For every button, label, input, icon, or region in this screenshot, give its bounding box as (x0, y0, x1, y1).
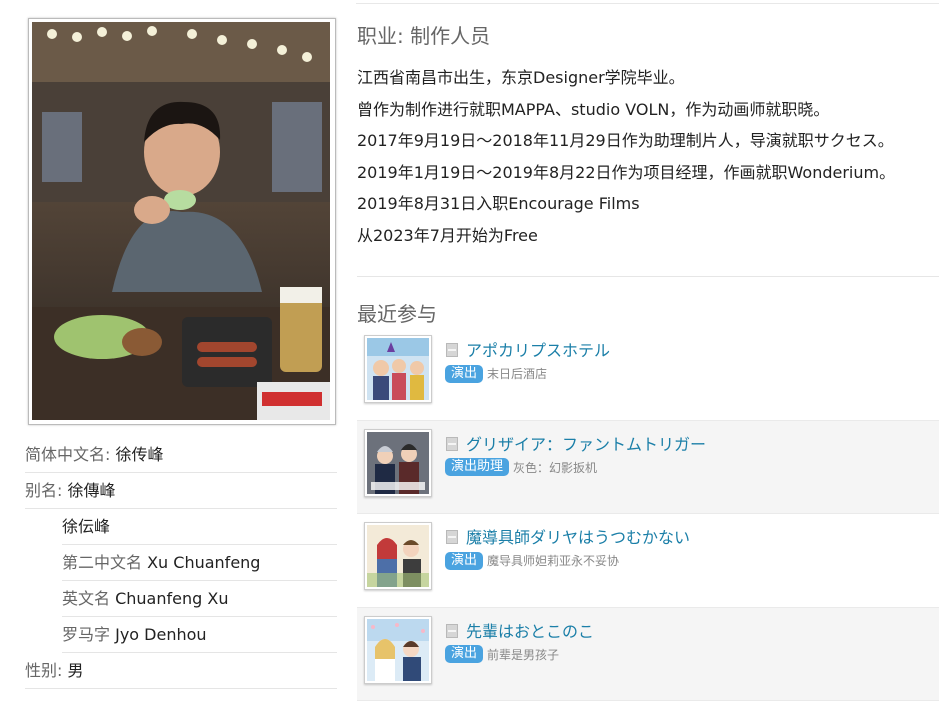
info-value: 徐傳峰 (67, 481, 115, 500)
info-value: 男 (67, 661, 83, 680)
work-title-link[interactable]: 先輩はおとこのこ (446, 618, 594, 642)
info-value: Chuanfeng Xu (115, 589, 228, 608)
job-title: 职业: 制作人员 (357, 20, 490, 49)
info-value: Xu Chuanfeng (147, 553, 260, 572)
info-key: 别名: (25, 481, 67, 500)
work-chinese-title: 末日后酒店 (487, 367, 547, 381)
work-cover[interactable] (364, 429, 432, 497)
info-key: 英文名 (62, 589, 115, 608)
work-cover[interactable] (364, 522, 432, 590)
work-item: アポカリプスホテル 演出末日后酒店 (357, 327, 939, 421)
role-badge: 演出 (445, 365, 483, 383)
bio-line: 曾作为制作进行就职MAPPA、studio VOLN，作为动画师就职晓。 (357, 94, 937, 126)
work-chinese-title: 灰色：幻影扳机 (513, 461, 597, 475)
work-cover[interactable] (364, 335, 432, 403)
info-value: 徐传峰 (115, 445, 163, 464)
info-value: Jyo Denhou (115, 625, 206, 644)
info-value: 徐伝峰 (62, 517, 110, 536)
section-divider (357, 276, 939, 277)
work-title-link[interactable]: 魔導具師ダリヤはうつむかない (446, 524, 690, 548)
tv-icon (446, 530, 458, 544)
info-row-english-name: 英文名 Chuanfeng Xu (62, 581, 337, 617)
work-chinese-title: 魔导具师妲莉亚永不妥协 (487, 554, 619, 568)
profile-photo-image (32, 22, 330, 420)
role-badge: 演出助理 (445, 458, 509, 476)
work-title-link[interactable]: アポカリプスホテル (446, 337, 610, 361)
work-cover[interactable] (364, 616, 432, 684)
role-badge: 演出 (445, 645, 483, 663)
work-chinese-title: 前辈是男孩子 (487, 648, 559, 662)
work-item: グリザイア：ファントムトリガー 演出助理灰色：幻影扳机 (357, 421, 939, 515)
info-row-alias-2: 徐伝峰 (62, 509, 337, 545)
info-row-gender: 性别: 男 (25, 653, 337, 689)
work-title-link[interactable]: グリザイア：ファントムトリガー (446, 431, 706, 455)
profile-photo[interactable] (28, 18, 336, 425)
recent-works-list: アポカリプスホテル 演出末日后酒店 グリザイア：ファントムトリガー 演出助理灰色… (357, 327, 939, 701)
work-cover-image (367, 525, 429, 587)
work-title-text: 魔導具師ダリヤはうつむかない (466, 528, 690, 547)
work-meta: 演出前辈是男孩子 (445, 644, 559, 664)
tv-icon (446, 343, 458, 357)
info-row-second-chinese-name: 第二中文名 Xu Chuanfeng (62, 545, 337, 581)
bio-line: 2019年1月19日～2019年8月22日作为项目经理，作画就职Wonderiu… (357, 157, 937, 189)
top-border (356, 3, 939, 4)
recent-works-heading: 最近参与 (357, 298, 437, 327)
info-key: 简体中文名: (25, 445, 115, 464)
work-meta: 演出魔导具师妲莉亚永不妥协 (445, 550, 619, 570)
bio: 江西省南昌市出生，东京Designer学院毕业。 曾作为制作进行就职MAPPA、… (357, 62, 937, 251)
bio-line: 2017年9月19日～2018年11月29日作为助理制片人，导演就职サクセス。 (357, 125, 937, 157)
work-item: 魔導具師ダリヤはうつむかない 演出魔导具师妲莉亚永不妥协 (357, 514, 939, 608)
bio-line: 2019年8月31日入职Encourage Films (357, 188, 937, 220)
work-meta: 演出末日后酒店 (445, 363, 547, 383)
tv-icon (446, 624, 458, 638)
tv-icon (446, 437, 458, 451)
work-title-text: グリザイア：ファントムトリガー (466, 435, 706, 454)
info-key: 罗马字 (62, 625, 115, 644)
work-cover-image (367, 338, 429, 400)
work-title-text: 先輩はおとこのこ (466, 622, 594, 641)
work-title-text: アポカリプスホテル (466, 341, 610, 360)
role-badge: 演出 (445, 552, 483, 570)
bio-line: 从2023年7月开始为Free (357, 220, 937, 252)
bio-line: 江西省南昌市出生，东京Designer学院毕业。 (357, 62, 937, 94)
work-meta: 演出助理灰色：幻影扳机 (445, 457, 597, 477)
info-row-romaji: 罗马字 Jyo Denhou (62, 617, 337, 653)
info-key: 第二中文名 (62, 553, 147, 572)
info-row-alias: 别名: 徐傳峰 (25, 473, 337, 509)
infobox: 简体中文名: 徐传峰 别名: 徐傳峰 徐伝峰 第二中文名 Xu Chuanfen… (25, 437, 337, 689)
info-key: 性别: (25, 661, 67, 680)
work-item: 先輩はおとこのこ 演出前辈是男孩子 (357, 608, 939, 701)
work-cover-image (367, 619, 429, 681)
work-cover-image (367, 432, 429, 494)
info-row-simplified-name: 简体中文名: 徐传峰 (25, 437, 337, 473)
